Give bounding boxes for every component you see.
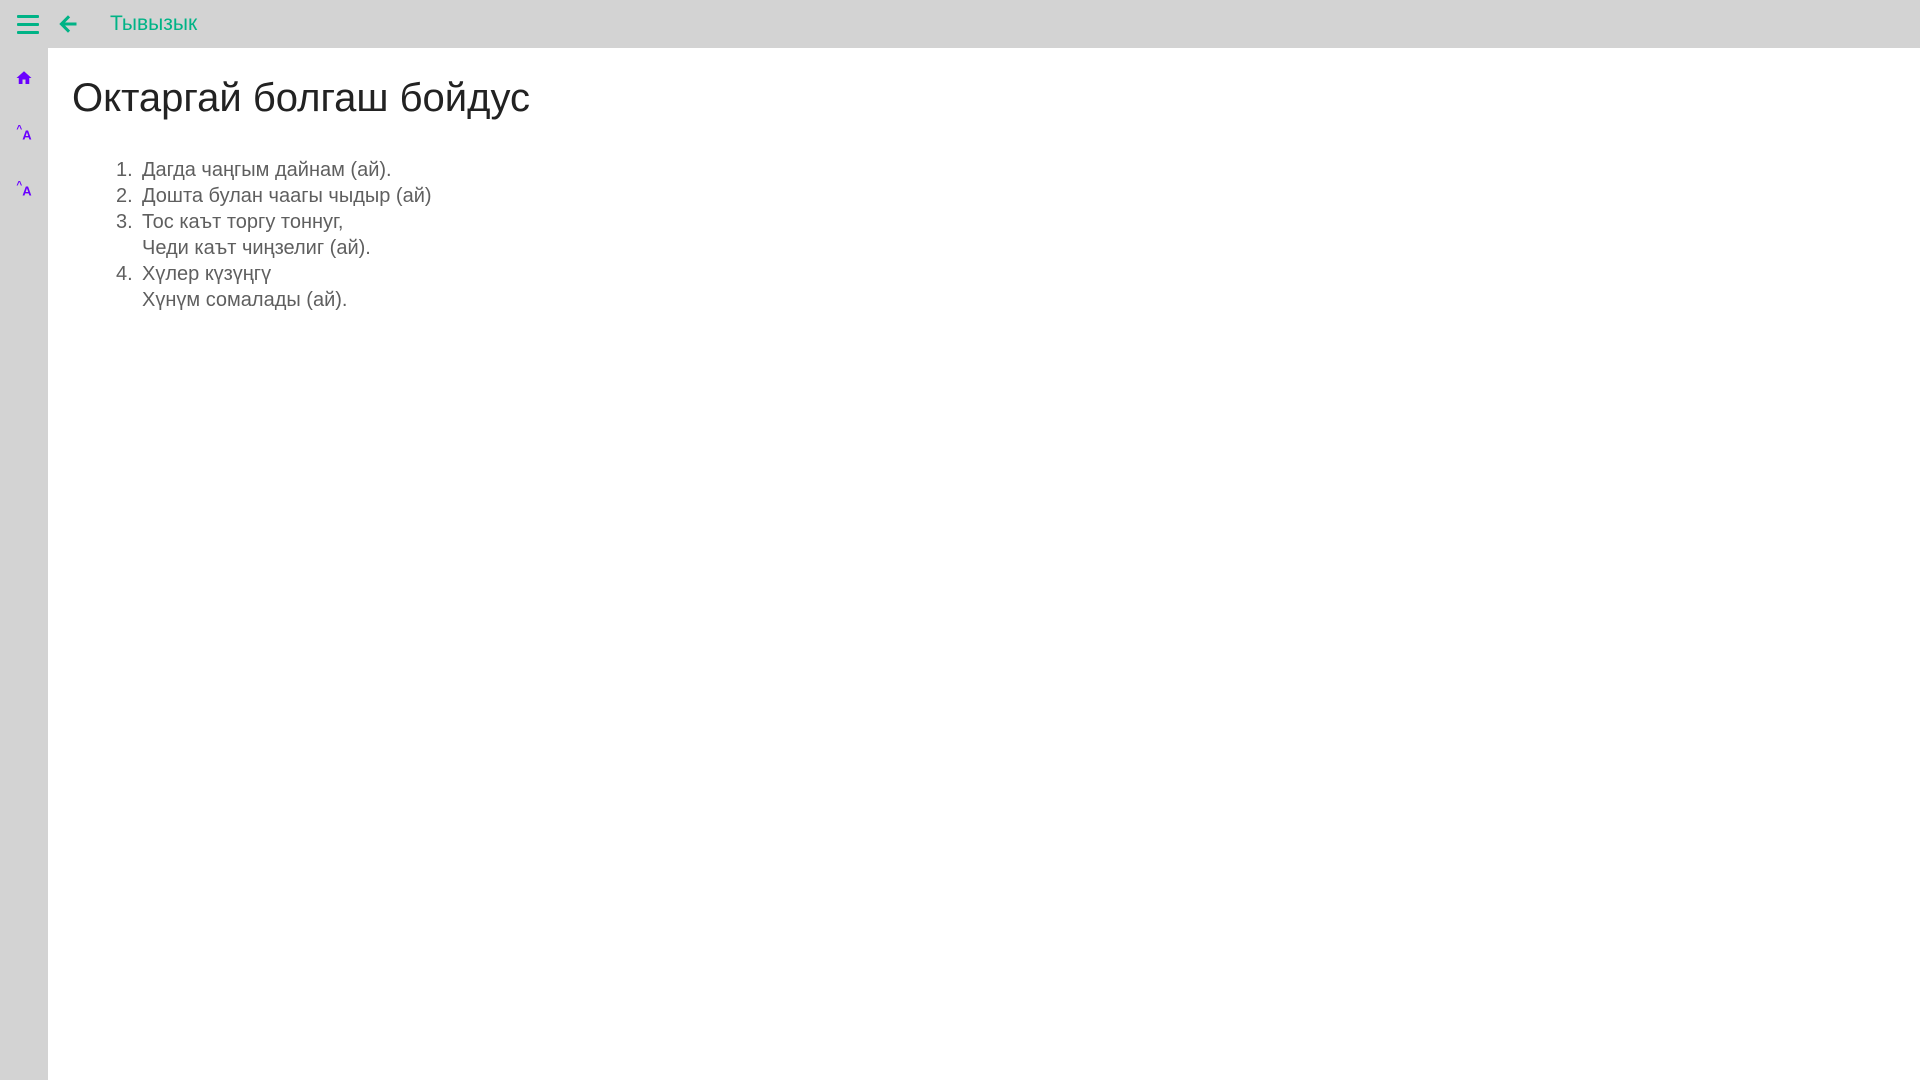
content-area: Октаргай болгаш бойдус Дагда чаңгым дайн… [48,48,1920,1080]
hamburger-icon [17,15,39,34]
home-icon [15,69,33,87]
riddle-list: Дагда чаңгым дайнам (ай). Дошта булан ча… [116,157,1896,313]
home-button[interactable] [6,62,42,94]
font-size-increase-button[interactable]: ^A [6,118,42,150]
riddle-text: Дошта булан чаагы чыдыр (ай) [142,185,432,207]
riddle-text: Тос каът торгу тоннуг, Чеди каът чиңзели… [142,211,371,259]
list-item: Дошта булан чаагы чыдыр (ай) [116,183,1896,209]
list-item: Тос каът торгу тоннуг, Чеди каът чиңзели… [116,209,1896,261]
topbar: Тывызык [0,0,1920,48]
list-item: Хүлер күзүңгү Хүнүм сомалады (ай). [116,261,1896,313]
font-size-icon: ^A [16,182,31,198]
menu-button[interactable] [8,4,48,44]
list-item: Дагда чаңгым дайнам (ай). [116,157,1896,183]
font-size-decrease-button[interactable]: ^A [6,174,42,206]
arrow-left-icon [56,12,80,36]
sidebar: ^A ^A [0,48,48,1080]
back-button[interactable] [48,4,88,44]
topbar-title: Тывызык [110,12,197,36]
riddle-text: Дагда чаңгым дайнам (ай). [142,159,392,181]
font-size-icon: ^A [16,126,31,142]
page-title: Октаргай болгаш бойдус [72,76,1896,121]
riddle-text: Хүлер күзүңгү Хүнүм сомалады (ай). [142,263,347,311]
